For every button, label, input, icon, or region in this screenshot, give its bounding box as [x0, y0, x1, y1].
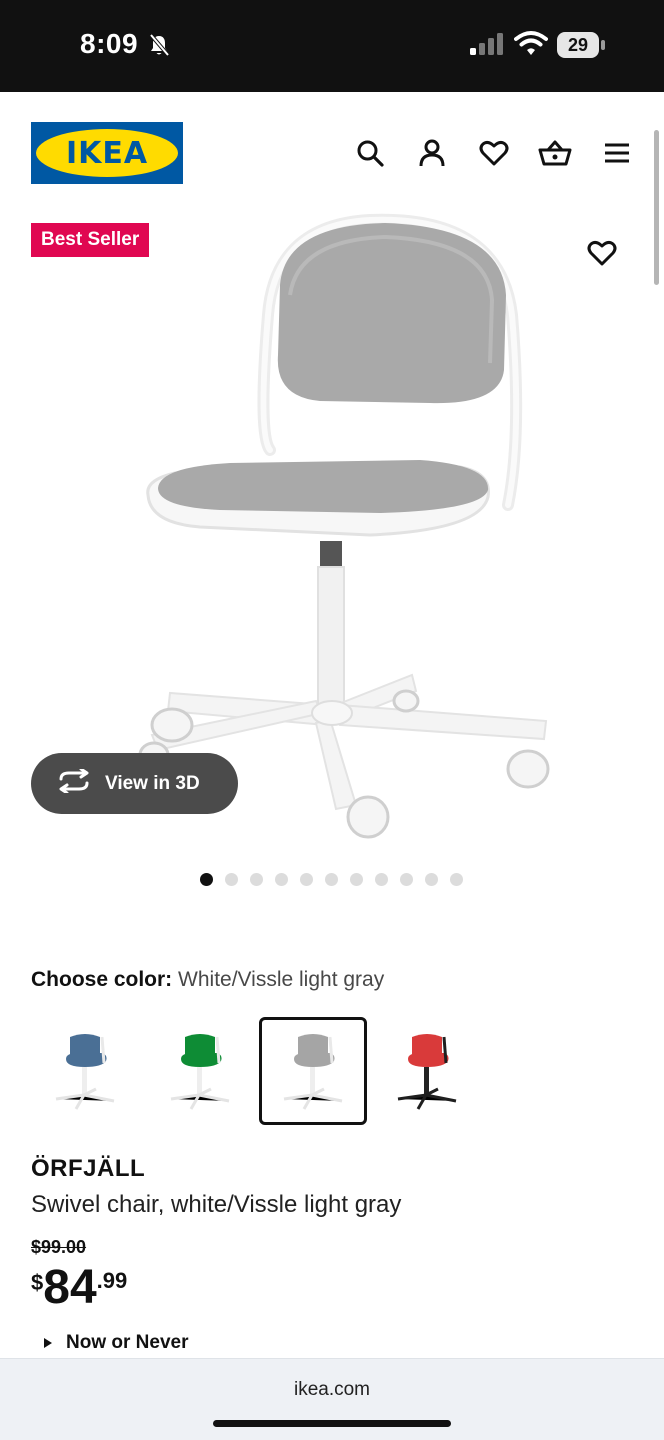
caret-right-icon [44, 1338, 52, 1348]
image-pagination [200, 873, 463, 886]
price-decimal: .99 [96, 1268, 128, 1293]
chair-thumbnail [170, 1034, 230, 1110]
color-swatch-light-gray[interactable] [259, 1017, 367, 1125]
battery-level: 29 [557, 32, 599, 58]
price-currency: $ [31, 1270, 44, 1295]
home-indicator [213, 1420, 451, 1427]
pagination-dot[interactable] [350, 873, 363, 886]
favorites-icon[interactable] [477, 136, 511, 170]
logo-oval: IKEA [36, 129, 178, 177]
chair-thumbnail [283, 1034, 343, 1110]
color-swatch-blue[interactable] [31, 1017, 139, 1125]
url-text[interactable]: ikea.com [0, 1379, 664, 1401]
status-bar: 8:09 29 [0, 0, 664, 92]
original-price: $99.00 [31, 1237, 87, 1257]
browser-address-bar[interactable]: ikea.com [0, 1358, 664, 1440]
pagination-dot[interactable] [225, 873, 238, 886]
choose-color-label: Choose color: [31, 968, 173, 991]
logo-text: IKEA [65, 135, 149, 171]
color-swatch-red[interactable] [373, 1017, 481, 1125]
pagination-dot[interactable] [300, 873, 313, 886]
signal-icon [470, 33, 506, 55]
battery-icon: 29 [557, 32, 605, 58]
chair-thumbnail [55, 1034, 115, 1110]
page-scrollbar[interactable] [654, 130, 659, 285]
product-name: ÖRFJÄLL [31, 1155, 146, 1182]
chair-thumbnail [397, 1034, 457, 1110]
pagination-dot-active[interactable] [200, 873, 213, 886]
choose-color-value: White/Vissle light gray [178, 968, 385, 991]
pagination-dot[interactable] [450, 873, 463, 886]
pagination-dot[interactable] [275, 873, 288, 886]
view-in-3d-button[interactable]: View in 3D [31, 753, 238, 814]
wifi-icon [514, 30, 548, 56]
product-description: Swivel chair, white/Vissle light gray [31, 1191, 402, 1218]
battery-cap [601, 40, 605, 50]
status-time: 8:09 [80, 28, 139, 59]
pagination-dot[interactable] [400, 873, 413, 886]
color-swatch-green[interactable] [146, 1017, 254, 1125]
promo-label: Now or Never [66, 1332, 189, 1353]
ikea-logo[interactable]: IKEA [31, 122, 183, 184]
pagination-dot[interactable] [375, 873, 388, 886]
current-price: $ 84 .99 [31, 1262, 127, 1318]
search-icon[interactable] [353, 136, 387, 170]
basket-icon[interactable] [538, 136, 572, 170]
view-in-3d-label: View in 3D [105, 772, 200, 794]
pagination-dot[interactable] [325, 873, 338, 886]
price-integer: 84 [43, 1261, 97, 1314]
rotate-3d-icon [57, 767, 91, 798]
pagination-dot[interactable] [250, 873, 263, 886]
promo-disclosure[interactable]: Now or Never [44, 1332, 188, 1354]
menu-icon[interactable] [600, 136, 634, 170]
bell-muted-icon [148, 33, 170, 57]
add-to-favorites-icon[interactable] [585, 236, 619, 270]
pagination-dot[interactable] [425, 873, 438, 886]
account-icon[interactable] [415, 136, 449, 170]
color-chooser-heading: Choose color: White/Vissle light gray [31, 968, 384, 992]
